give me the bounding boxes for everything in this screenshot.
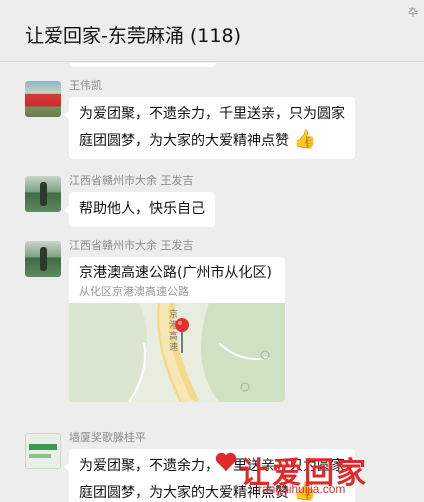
previous-message-bubble[interactable] bbox=[70, 63, 216, 67]
sender-name: 墙厦奖歌滕桂平 bbox=[69, 431, 146, 444]
location-name: 京港澳高速公路(广州市从化区) bbox=[79, 265, 272, 281]
avatar[interactable] bbox=[25, 241, 61, 277]
sender-name: 江西省赣州市大余 王发吉 bbox=[69, 174, 194, 187]
location-address: 从化区京港澳高速公路 bbox=[79, 285, 189, 298]
message-text: 庭团圆梦，为大家的大爱精神点赞 bbox=[79, 133, 289, 149]
message-text-line: 庭团圆梦，为大家的大爱精神点赞 👍 bbox=[79, 127, 345, 154]
status-glyph: 卆 bbox=[408, 8, 418, 19]
avatar[interactable] bbox=[25, 433, 61, 469]
message-text-line: 为爱团聚，不遗余力，千里送亲，只为圆家 bbox=[79, 106, 345, 122]
message-bubble[interactable]: 为爱团聚，不遗余力，千里送亲，只为圆家 庭团圆梦，为大家的大爱精神点赞 👍 bbox=[64, 97, 355, 159]
heart-icon bbox=[215, 452, 237, 471]
location-map[interactable]: 京 港 高 速 bbox=[69, 303, 285, 402]
map-road-label-3: 高 bbox=[169, 330, 178, 342]
chat-header: 让爱回家-东莞麻涌 (118) 卆 bbox=[0, 0, 424, 62]
avatar[interactable] bbox=[25, 81, 61, 117]
watermark: 让爱回家 rangaihuijia.com bbox=[214, 450, 420, 498]
sender-name: 王伟凯 bbox=[69, 79, 102, 92]
map-road-label-1: 京 bbox=[169, 308, 178, 320]
thumbs-up-icon: 👍 bbox=[293, 129, 316, 150]
chat-title[interactable]: 让爱回家-东莞麻涌 (118) bbox=[25, 21, 241, 48]
avatar[interactable] bbox=[25, 176, 61, 212]
sender-name: 江西省赣州市大余 王发吉 bbox=[69, 239, 194, 252]
watermark-url: rangaihuijia.com bbox=[258, 482, 346, 496]
location-card[interactable]: 京港澳高速公路(广州市从化区) 从化区京港澳高速公路 京 港 高 速 bbox=[69, 257, 285, 402]
map-road-label-4: 速 bbox=[169, 342, 178, 353]
message-bubble[interactable]: 帮助他人，快乐自己 bbox=[64, 192, 215, 227]
message-list[interactable]: 王伟凯 为爱团聚，不遗余力，千里送亲，只为圆家 庭团圆梦，为大家的大爱精神点赞 … bbox=[0, 63, 424, 502]
